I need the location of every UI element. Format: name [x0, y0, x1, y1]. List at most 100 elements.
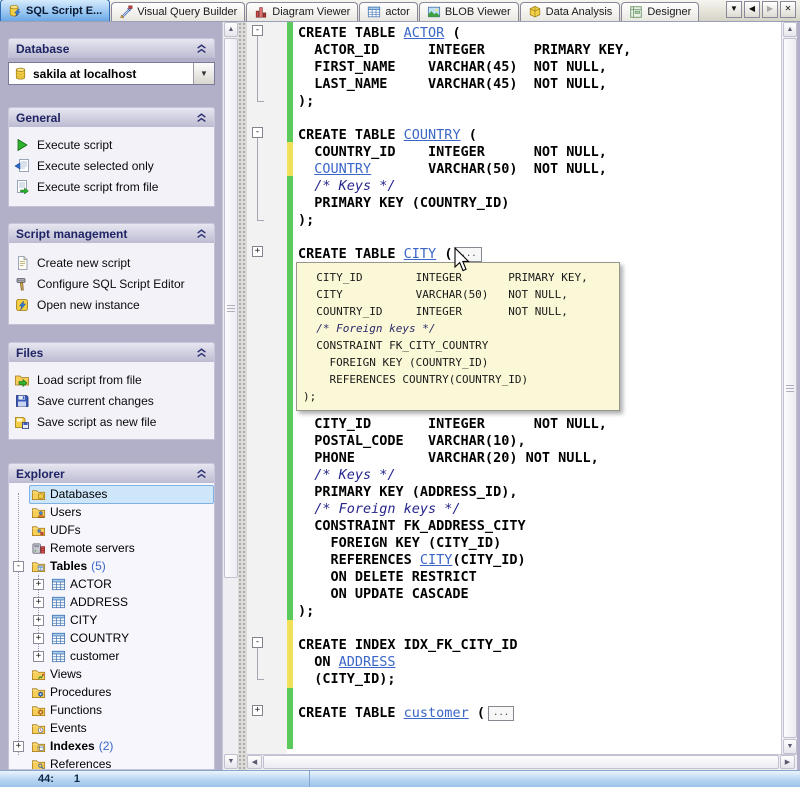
code-link-actor[interactable]: ACTOR [404, 25, 445, 41]
collapsed-fold-ellipsis[interactable]: ... [455, 247, 481, 262]
database-combo-dropdown-button[interactable]: ▼ [193, 63, 214, 84]
table-grid-icon [51, 577, 66, 592]
tab-scroll-right-button[interactable]: ▶ [762, 1, 778, 18]
tab-label: Diagram Viewer [272, 6, 350, 18]
tree-item-city[interactable]: +CITY [9, 611, 214, 629]
tree-item-customer[interactable]: +customer [9, 647, 214, 665]
collapse-fold-marker[interactable]: - [252, 25, 263, 36]
blob-viewer-icon [427, 5, 441, 19]
code-link-customer[interactable]: customer [404, 705, 469, 721]
tab-designer[interactable]: Designer [621, 2, 699, 21]
tree-item-label: Views [50, 667, 82, 681]
action-execute-script[interactable]: Execute script [9, 134, 214, 155]
collapse-fold-marker[interactable]: - [252, 637, 263, 648]
servers-icon [31, 541, 46, 556]
sidebar-scrollbar[interactable]: ▲ ▼ [222, 22, 238, 770]
database-combo-value: sakila at localhost [33, 67, 188, 81]
expand-fold-marker[interactable]: + [252, 705, 263, 716]
tree-item-label: Databases [50, 487, 107, 501]
tab-blob-viewer[interactable]: BLOB Viewer [419, 2, 519, 21]
action-load-script-from-file[interactable]: Load script from file [9, 369, 214, 390]
collapse-files-section-button[interactable] [196, 347, 207, 358]
tab-visual-query-builder[interactable]: Visual Query Builder [111, 2, 245, 21]
tab-sql-script-e[interactable]: SQL Script E... [0, 0, 110, 21]
code-line-11: PRIMARY KEY (COUNTRY_ID) [298, 195, 781, 212]
collapse-node-icon[interactable]: - [13, 561, 24, 572]
tree-item-references[interactable]: References [9, 755, 214, 769]
expand-node-icon[interactable]: + [33, 633, 44, 644]
expand-node-icon[interactable]: + [33, 615, 44, 626]
tree-item-remote-servers[interactable]: Remote servers [9, 539, 214, 557]
action-create-new-script[interactable]: Create new script [9, 252, 214, 273]
collapsed-fold-ellipsis[interactable]: ... [488, 706, 514, 721]
editor-vertical-scrollbar[interactable]: ▲ ▼ [781, 22, 797, 754]
code-text: LAST_NAME VARCHAR(45) NOT NULL, [298, 76, 607, 92]
tree-item-address[interactable]: +ADDRESS [9, 593, 214, 611]
tree-item-label: Tables [50, 559, 87, 573]
code-text: CREATE TABLE [298, 705, 404, 721]
expand-node-icon[interactable]: + [13, 741, 24, 752]
action-label: Execute selected only [37, 159, 154, 173]
tree-item-tables[interactable]: - Tables (5) [9, 557, 214, 575]
tree-item-databases[interactable]: Databases [9, 485, 214, 503]
query-builder-icon [119, 5, 133, 19]
code-text: CREATE TABLE [298, 246, 404, 262]
designer-icon [629, 5, 643, 19]
app-window: SQL Script E...Visual Query Builder Diagr… [0, 0, 800, 787]
tab-close-button[interactable]: ✕ [780, 1, 796, 18]
expand-node-icon[interactable]: + [33, 597, 44, 608]
code-line-32: REFERENCES CITY(CITY_ID) [298, 552, 781, 569]
editor-horizontal-scrollbar[interactable]: ◀ ▶ [247, 754, 797, 770]
collapse-script-management-section-button[interactable] [196, 228, 207, 239]
action-save-script-as-new-file[interactable]: Save script as new file [9, 411, 214, 432]
section-header-database: Database [8, 38, 215, 58]
action-execute-script-from-file[interactable]: Execute script from file [9, 176, 214, 197]
code-link-country[interactable]: COUNTRY [314, 161, 371, 177]
expand-node-icon[interactable]: + [33, 579, 44, 590]
action-label: Open new instance [37, 298, 140, 312]
code-line-12: ); [298, 212, 781, 229]
functions-icon [31, 703, 46, 718]
tree-item-procedures[interactable]: Procedures [9, 683, 214, 701]
code-link-city[interactable]: CITY [420, 552, 453, 568]
code-line-33: ON DELETE RESTRICT [298, 569, 781, 586]
collapse-database-section-button[interactable] [196, 43, 207, 54]
expand-node-icon[interactable]: + [33, 651, 44, 662]
code-link-country[interactable]: COUNTRY [404, 127, 461, 143]
tooltip-code-line: /* Foreign keys */ [303, 320, 619, 337]
tab-diagram-viewer[interactable]: Diagram Viewer [246, 2, 358, 21]
code-link-city[interactable]: CITY [404, 246, 437, 262]
tree-item-udfs[interactable]: UDFs [9, 521, 214, 539]
tree-item-count: (5) [91, 559, 106, 573]
code-text: VARCHAR(50) NOT NULL, [371, 161, 607, 177]
tree-item-functions[interactable]: Functions [9, 701, 214, 719]
tree-item-users[interactable]: Users [9, 503, 214, 521]
action-save-current-changes[interactable]: Save current changes [9, 390, 214, 411]
collapse-explorer-section-button[interactable] [196, 468, 207, 479]
action-open-new-instance[interactable]: Open new instance [9, 294, 214, 315]
diagram-icon [254, 5, 268, 19]
action-label: Execute script [37, 138, 112, 152]
action-execute-selected-only[interactable]: Execute selected only [9, 155, 214, 176]
tab-actor[interactable]: actor [359, 2, 417, 21]
tree-item-indexes[interactable]: +Indexes (2) [9, 737, 214, 755]
code-text: ( [436, 246, 452, 262]
action-label: Save current changes [37, 394, 154, 408]
panel-splitter[interactable] [238, 22, 247, 770]
tree-item-events[interactable]: Events [9, 719, 214, 737]
tree-item-actor[interactable]: +ACTOR [9, 575, 214, 593]
general-section-body: Execute script Execute selected only Execu… [8, 127, 215, 207]
collapse-general-section-button[interactable] [196, 112, 207, 123]
tree-item-country[interactable]: +COUNTRY [9, 629, 214, 647]
database-combo[interactable]: sakila at localhost ▼ [8, 62, 215, 85]
tab-data-analysis[interactable]: Data Analysis [520, 2, 621, 21]
tree-item-body: Procedures [29, 683, 214, 702]
code-link-address[interactable]: ADDRESS [339, 654, 396, 670]
collapse-fold-marker[interactable]: - [252, 127, 263, 138]
procedures-icon [31, 685, 46, 700]
expand-fold-marker[interactable]: + [252, 246, 263, 257]
tree-item-views[interactable]: Views [9, 665, 214, 683]
action-configure-sql-script-editor[interactable]: Configure SQL Script Editor [9, 273, 214, 294]
tab-scroll-left-button[interactable]: ◀ [744, 1, 760, 18]
tab-list-dropdown-button[interactable]: ▼ [726, 1, 742, 18]
